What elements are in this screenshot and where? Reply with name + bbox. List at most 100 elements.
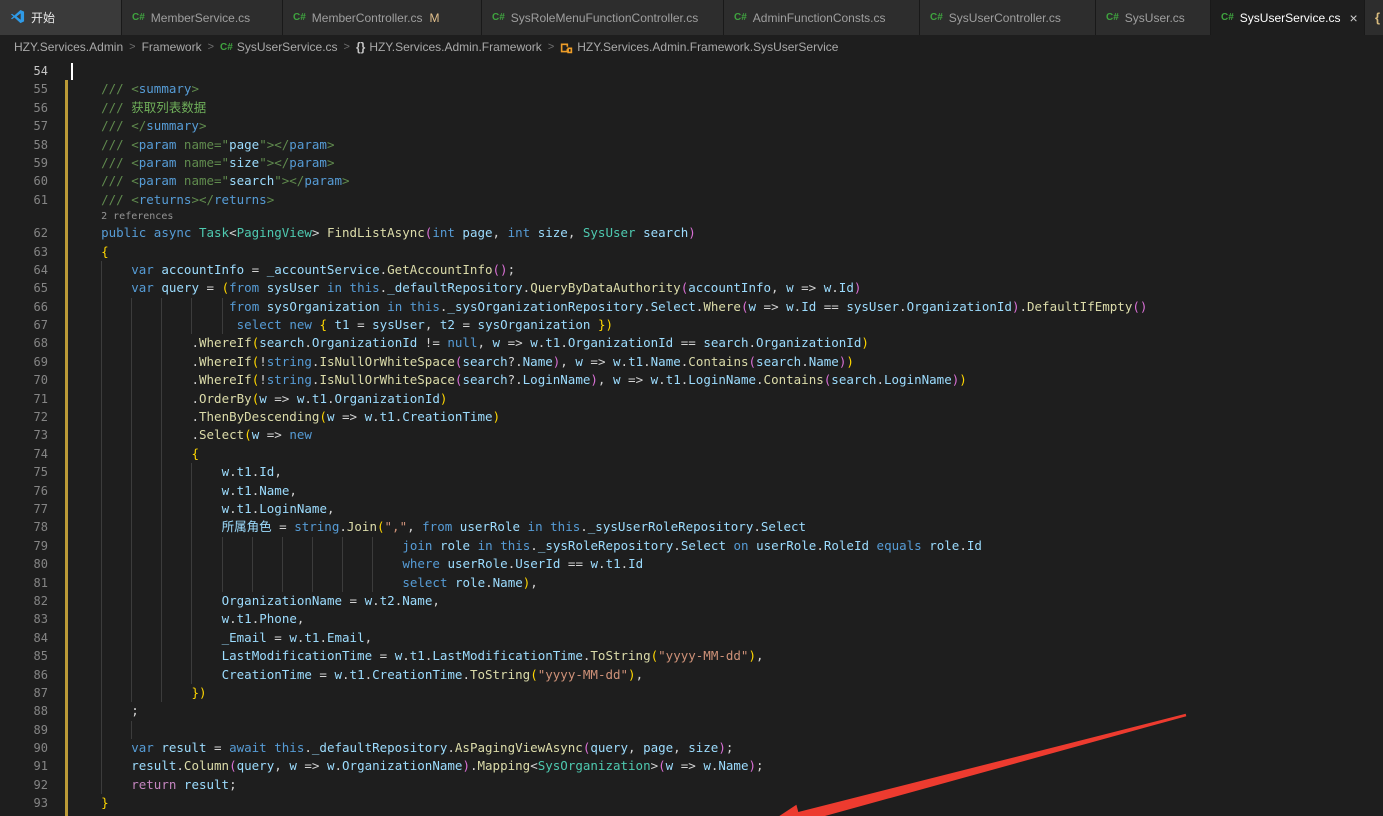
tab-label: MemberService.cs — [151, 11, 250, 25]
code-line-59[interactable]: 59/// <param name="size"></param> — [0, 154, 1383, 172]
code-line-61[interactable]: 61/// <returns></returns> — [0, 191, 1383, 209]
indent-guide — [161, 426, 162, 444]
code-line-71[interactable]: 71.OrderBy(w => w.t1.OrganizationId) — [0, 390, 1383, 408]
indent-guide — [161, 574, 162, 592]
tab-bar: 开始 C#MemberService.csC#MemberController.c… — [0, 0, 1383, 35]
indent-guide — [101, 629, 102, 647]
breadcrumb-item[interactable]: C#SysUserService.cs — [220, 40, 337, 54]
indent-guide — [101, 776, 102, 794]
code-line-62[interactable]: 62public async Task<PagingView> FindList… — [0, 224, 1383, 242]
tab--[interactable]: { — [1365, 0, 1383, 35]
code-line-86[interactable]: 86CreationTime = w.t1.CreationTime.ToStr… — [0, 666, 1383, 684]
code-line-63[interactable]: 63{ — [0, 243, 1383, 261]
code-line-79[interactable]: 79join role in this._sysRoleRepository.S… — [0, 537, 1383, 555]
code-line-83[interactable]: 83w.t1.Phone, — [0, 610, 1383, 628]
indent-guide — [101, 261, 102, 279]
code-line-78[interactable]: 78所属角色 = string.Join(",", from userRole … — [0, 518, 1383, 536]
close-tab-icon[interactable]: × — [1349, 11, 1357, 25]
code-line-85[interactable]: 85LastModificationTime = w.t1.LastModifi… — [0, 647, 1383, 665]
breadcrumb-item[interactable]: HZY.Services.Admin — [14, 40, 123, 54]
indent-guide — [131, 555, 132, 573]
code-line-91[interactable]: 91result.Column(query, w => w.Organizati… — [0, 757, 1383, 775]
code-line-76[interactable]: 76w.t1.Name, — [0, 482, 1383, 500]
indent-guide — [161, 445, 162, 463]
indent-guide — [101, 445, 102, 463]
indent-guide — [131, 334, 132, 352]
code-line-56[interactable]: 56/// 获取列表数据 — [0, 99, 1383, 117]
editor-lines: 5455/// <summary>56/// 获取列表数据57/// </sum… — [0, 62, 1383, 813]
code-line-64[interactable]: 64var accountInfo = _accountService.GetA… — [0, 261, 1383, 279]
code-line-60[interactable]: 60/// <param name="search"></param> — [0, 172, 1383, 190]
code-line-92[interactable]: 92return result; — [0, 776, 1383, 794]
code-line-67[interactable]: 67select new { t1 = sysUser, t2 = sysOrg… — [0, 316, 1383, 334]
tab-adminfunctionconsts-cs[interactable]: C#AdminFunctionConsts.cs — [724, 0, 920, 35]
code-line-68[interactable]: 68.WhereIf(search.OrganizationId != null… — [0, 334, 1383, 352]
code-text: { — [0, 243, 1383, 261]
line-number: 58 — [0, 136, 48, 154]
code-line-87[interactable]: 87}) — [0, 684, 1383, 702]
indent-guide — [131, 721, 132, 739]
line-number: 92 — [0, 776, 48, 794]
code-line-70[interactable]: 70.WhereIf(!string.IsNullOrWhiteSpace(se… — [0, 371, 1383, 389]
code-line-69[interactable]: 69.WhereIf(!string.IsNullOrWhiteSpace(se… — [0, 353, 1383, 371]
code-line-73[interactable]: 73.Select(w => new — [0, 426, 1383, 444]
line-number: 56 — [0, 99, 48, 117]
breadcrumb-item[interactable]: HZY.Services.Admin.Framework.SysUserServ… — [560, 40, 838, 54]
indent-guide — [161, 298, 162, 316]
indent-guide — [342, 574, 343, 592]
code-line-57[interactable]: 57/// </summary> — [0, 117, 1383, 135]
indent-guide — [312, 537, 313, 555]
code-line-82[interactable]: 82OrganizationName = w.t2.Name, — [0, 592, 1383, 610]
line-number: 59 — [0, 154, 48, 172]
indent-guide — [131, 684, 132, 702]
tab-sysusercontroller-cs[interactable]: C#SysUserController.cs — [920, 0, 1096, 35]
line-number: 91 — [0, 757, 48, 775]
code-line-77[interactable]: 77w.t1.LoginName, — [0, 500, 1383, 518]
code-line-90[interactable]: 90var result = await this._defaultReposi… — [0, 739, 1383, 757]
tab-memberservice-cs[interactable]: C#MemberService.cs — [122, 0, 283, 35]
code-line-55[interactable]: 55/// <summary> — [0, 80, 1383, 98]
code-line-89[interactable]: 89 — [0, 721, 1383, 739]
breadcrumb-item[interactable]: Framework — [142, 40, 202, 54]
code-line-65[interactable]: 65var query = (from sysUser in this._def… — [0, 279, 1383, 297]
code-line-80[interactable]: 80where userRole.UserId == w.t1.Id — [0, 555, 1383, 573]
code-line-74[interactable]: 74{ — [0, 445, 1383, 463]
code-line-88[interactable]: 88; — [0, 702, 1383, 720]
tab-membercontroller-cs[interactable]: C#MemberController.csM — [283, 0, 482, 35]
code-line-81[interactable]: 81select role.Name), — [0, 574, 1383, 592]
code-line-84[interactable]: 84_Email = w.t1.Email, — [0, 629, 1383, 647]
code-text: LastModificationTime = w.t1.LastModifica… — [0, 647, 1383, 665]
code-line-93[interactable]: 93} — [0, 794, 1383, 812]
code-line-66[interactable]: 66from sysOrganization in this._sysOrgan… — [0, 298, 1383, 316]
indent-guide — [131, 647, 132, 665]
code-text: w.t1.Phone, — [0, 610, 1383, 628]
breadcrumb-item[interactable]: {}HZY.Services.Admin.Framework — [356, 40, 542, 54]
indent-guide — [131, 353, 132, 371]
code-line-75[interactable]: 75w.t1.Id, — [0, 463, 1383, 481]
code-text: { — [0, 445, 1383, 463]
indent-guide — [131, 574, 132, 592]
indent-guide — [101, 739, 102, 757]
indent-guide — [131, 518, 132, 536]
tab-sysuser-cs[interactable]: C#SysUser.cs — [1096, 0, 1211, 35]
tab-sysrolemenufunctioncontroller-cs[interactable]: C#SysRoleMenuFunctionController.cs — [482, 0, 724, 35]
code-text: from sysOrganization in this._sysOrganiz… — [0, 298, 1383, 316]
code-line-54[interactable]: 54 — [0, 62, 1383, 80]
code-line-58[interactable]: 58/// <param name="page"></param> — [0, 136, 1383, 154]
code-line-72[interactable]: 72.ThenByDescending(w => w.t1.CreationTi… — [0, 408, 1383, 426]
tab-label: 开始 — [31, 9, 55, 26]
code-text: }) — [0, 684, 1383, 702]
indent-guide — [372, 555, 373, 573]
codelens-references[interactable]: 2 references — [0, 209, 1383, 224]
line-number: 86 — [0, 666, 48, 684]
indent-guide — [131, 390, 132, 408]
line-number: 78 — [0, 518, 48, 536]
code-editor[interactable]: 5455/// <summary>56/// 获取列表数据57/// </sum… — [0, 59, 1383, 816]
code-text: var accountInfo = _accountService.GetAcc… — [0, 261, 1383, 279]
indent-guide — [161, 500, 162, 518]
vscode-logo-icon — [10, 9, 25, 27]
tab-开始[interactable]: 开始 — [0, 0, 122, 35]
line-number: 77 — [0, 500, 48, 518]
tab-sysuserservice-cs[interactable]: C#SysUserService.cs× — [1211, 0, 1365, 35]
indent-guide — [161, 518, 162, 536]
